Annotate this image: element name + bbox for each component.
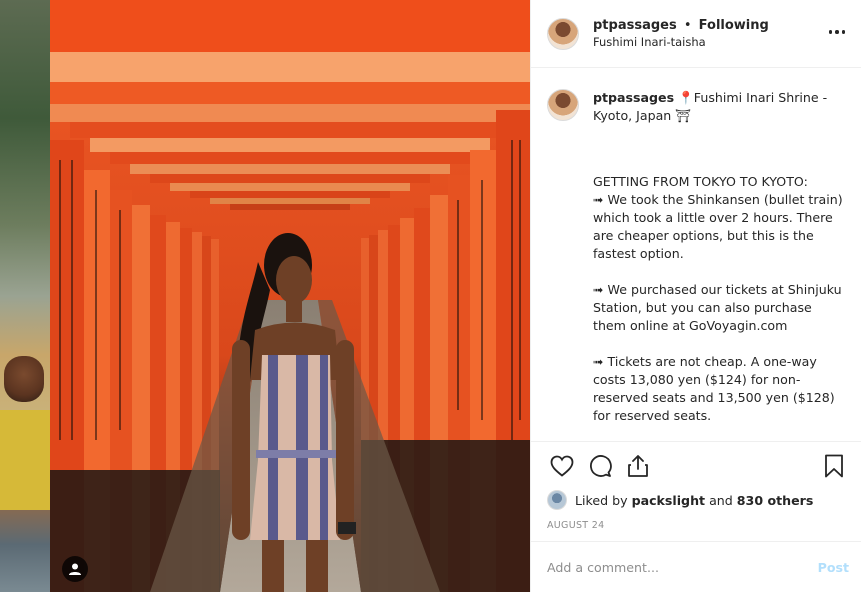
following-button[interactable]: Following — [699, 18, 769, 33]
backdrop-shirt — [0, 410, 50, 510]
previous-post-backdrop — [0, 0, 50, 592]
more-dot — [835, 30, 839, 34]
torii-gate-image — [50, 0, 530, 592]
user-tag-button[interactable] — [62, 556, 88, 582]
backdrop-face — [4, 356, 44, 402]
comment-form: Post — [531, 541, 861, 592]
like-button[interactable] — [547, 451, 577, 481]
post-date[interactable]: AUGUST 24 — [547, 520, 845, 531]
user-tag-icon — [69, 563, 81, 575]
caption-body: ptpassages 📍Fushimi Inari Shrine - Kyoto… — [593, 89, 845, 425]
caption-paragraphs: GETTING FROM TOKYO TO KYOTO: ➟ We took t… — [593, 173, 845, 425]
caption-author-avatar[interactable] — [547, 89, 579, 121]
comment-input[interactable] — [547, 559, 818, 575]
likes-connector: and — [709, 492, 733, 508]
comments-section[interactable]: ptpassages 📍Fushimi Inari Shrine - Kyoto… — [531, 69, 861, 441]
likes-summary: Liked by packslight and 830 others — [547, 490, 845, 510]
action-icons — [547, 442, 845, 490]
post-header-text: ptpassages • Following Fushimi Inari-tai… — [593, 17, 769, 51]
more-options-icon[interactable] — [825, 22, 849, 42]
author-username-link[interactable]: ptpassages — [593, 18, 677, 33]
bookmark-icon — [825, 454, 843, 478]
caption-paragraph: ➟ Tickets are not cheap. A one-way costs… — [593, 354, 835, 423]
caption-username-link[interactable]: ptpassages — [593, 90, 674, 105]
comment-button[interactable] — [585, 451, 615, 481]
share-icon — [628, 455, 648, 477]
more-dot — [828, 30, 833, 34]
save-button[interactable] — [819, 451, 849, 481]
post-header: ptpassages • Following Fushimi Inari-tai… — [531, 0, 861, 68]
caption: ptpassages 📍Fushimi Inari Shrine - Kyoto… — [547, 89, 845, 425]
caption-paragraph: GETTING FROM TOKYO TO KYOTO: ➟ We took t… — [593, 174, 843, 261]
separator-dot: • — [683, 17, 692, 33]
share-button[interactable] — [623, 451, 653, 481]
author-avatar[interactable] — [547, 17, 579, 50]
caption-first-line: ptpassages 📍Fushimi Inari Shrine - Kyoto… — [593, 89, 845, 125]
liker-username-link[interactable]: packslight — [632, 493, 705, 508]
comment-icon — [590, 455, 612, 477]
more-dot — [841, 30, 846, 34]
caption-paragraph: ➟ We purchased our tickets at Shinjuku S… — [593, 282, 842, 333]
likes-prefix: Liked by — [575, 492, 628, 508]
liker-avatar[interactable] — [547, 490, 567, 510]
post-comment-button[interactable]: Post — [818, 560, 849, 575]
header-line: ptpassages • Following — [593, 17, 769, 34]
heart-icon — [550, 455, 574, 477]
post-photo[interactable] — [50, 0, 530, 592]
likes-count-link[interactable]: 830 others — [737, 493, 814, 508]
actions-bar: Liked by packslight and 830 others AUGUS… — [531, 441, 861, 531]
post-details-panel: ptpassages • Following Fushimi Inari-tai… — [530, 0, 861, 592]
location-link[interactable]: Fushimi Inari-taisha — [593, 34, 769, 51]
